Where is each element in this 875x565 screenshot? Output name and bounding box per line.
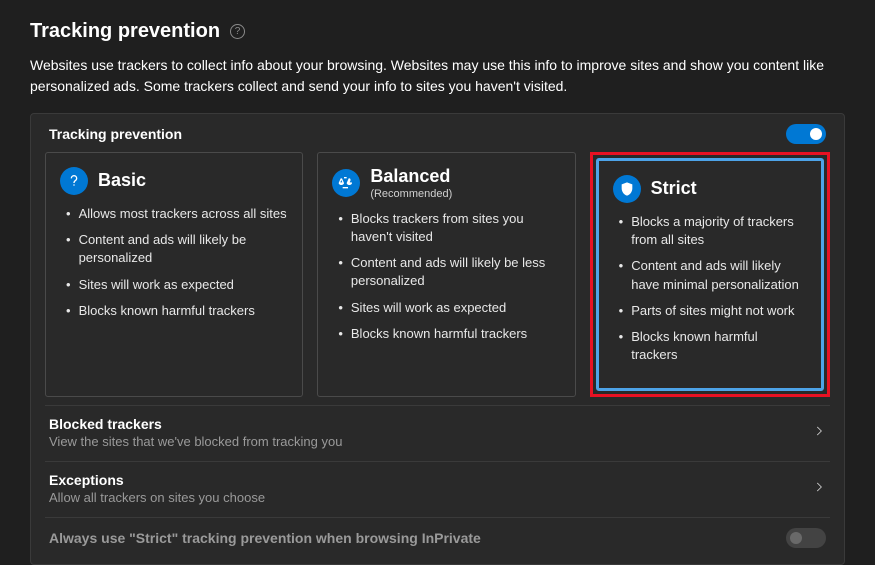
card-subtitle: (Recommended) xyxy=(370,188,452,200)
tracking-prevention-panel: Tracking prevention Basic Allows most tr… xyxy=(30,113,845,565)
card-head: Basic xyxy=(60,167,288,195)
chevron-right-icon xyxy=(812,424,826,441)
blocked-trackers-row[interactable]: Blocked trackers View the sites that we'… xyxy=(45,405,830,461)
card-bullet: Blocks known harmful trackers xyxy=(617,328,807,364)
row-title: Always use "Strict" tracking prevention … xyxy=(49,530,481,546)
card-bullet: Content and ads will likely be personali… xyxy=(64,231,288,267)
level-card-balanced[interactable]: Balanced (Recommended) Blocks trackers f… xyxy=(317,152,575,397)
card-bullet: Blocks a majority of trackers from all s… xyxy=(617,213,807,249)
level-cards: Basic Allows most trackers across all si… xyxy=(45,152,830,397)
annotation-highlight: Strict Blocks a majority of trackers fro… xyxy=(590,152,830,397)
inprivate-strict-row: Always use "Strict" tracking prevention … xyxy=(45,517,830,560)
card-head: Balanced (Recommended) xyxy=(332,167,560,200)
card-bullet: Blocks trackers from sites you haven't v… xyxy=(336,210,560,246)
tracking-prevention-toggle[interactable] xyxy=(786,124,826,144)
card-bullet: Allows most trackers across all sites xyxy=(64,205,288,223)
card-bullet: Sites will work as expected xyxy=(336,299,560,317)
card-bullet: Sites will work as expected xyxy=(64,276,288,294)
card-title: Basic xyxy=(98,171,146,191)
basic-icon xyxy=(60,167,88,195)
card-title: Balanced xyxy=(370,167,452,187)
page-title: Tracking prevention xyxy=(30,20,220,43)
card-bullet: Blocks known harmful trackers xyxy=(64,302,288,320)
row-title: Exceptions xyxy=(49,472,265,488)
card-bullet: Content and ads will likely have minimal… xyxy=(617,257,807,293)
page-description: Websites use trackers to collect info ab… xyxy=(30,55,845,97)
card-bullets: Blocks a majority of trackers from all s… xyxy=(613,213,807,364)
card-bullet: Parts of sites might not work xyxy=(617,302,807,320)
level-card-strict[interactable]: Strict Blocks a majority of trackers fro… xyxy=(596,158,824,391)
page-header: Tracking prevention ? xyxy=(30,20,845,43)
row-subtitle: View the sites that we've blocked from t… xyxy=(49,434,342,449)
row-subtitle: Allow all trackers on sites you choose xyxy=(49,490,265,505)
panel-title: Tracking prevention xyxy=(49,126,182,142)
exceptions-row[interactable]: Exceptions Allow all trackers on sites y… xyxy=(45,461,830,517)
balanced-icon xyxy=(332,169,360,197)
inprivate-strict-toggle[interactable] xyxy=(786,528,826,548)
card-bullets: Allows most trackers across all sites Co… xyxy=(60,205,288,320)
card-bullet: Content and ads will likely be less pers… xyxy=(336,254,560,290)
chevron-right-icon xyxy=(812,480,826,497)
help-icon[interactable]: ? xyxy=(230,24,245,39)
card-bullets: Blocks trackers from sites you haven't v… xyxy=(332,210,560,343)
strict-icon xyxy=(613,175,641,203)
card-head: Strict xyxy=(613,175,807,203)
row-title: Blocked trackers xyxy=(49,416,342,432)
card-title: Strict xyxy=(651,179,697,199)
level-card-basic[interactable]: Basic Allows most trackers across all si… xyxy=(45,152,303,397)
panel-header: Tracking prevention xyxy=(45,114,830,152)
card-bullet: Blocks known harmful trackers xyxy=(336,325,560,343)
